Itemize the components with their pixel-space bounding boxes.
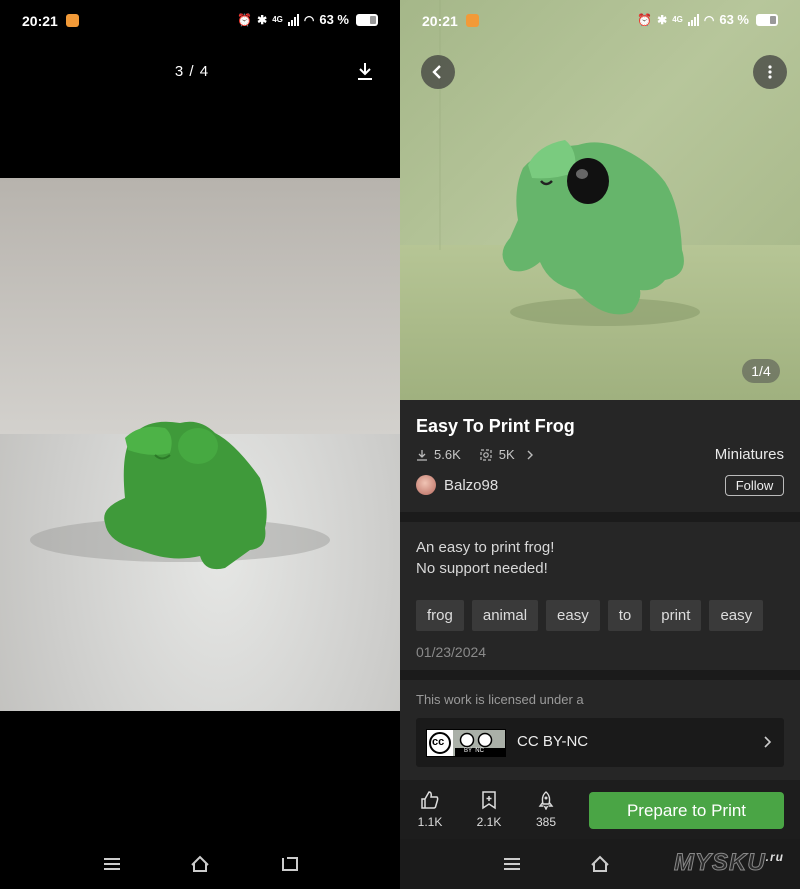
system-nav-bar: MYSKU.ru [400,839,800,889]
tag-list: frog animal easy to print easy [416,600,764,631]
follow-button[interactable]: Follow [725,475,784,496]
menu-icon[interactable] [101,854,123,874]
status-time: 20:21 [22,13,58,29]
rocket-icon [538,791,554,810]
download-count-icon [417,449,427,461]
tag-chip[interactable]: to [607,600,643,631]
license-panel: This work is licensed under a BY NC cc C… [400,680,800,780]
status-icons: ⏰ ✱ 4G ◠ 63 % [237,12,378,27]
alarm-icon: ⏰ [637,12,653,27]
status-icons: ⏰ ✱ 4G ◠ 63 % [637,12,778,27]
status-bar: 20:21 ⏰ ✱ 4G ◠ 63 % [400,0,800,42]
print-count-icon [480,448,492,461]
model-info-panel: Easy To Print Frog 5.6K 5K Miniatures Ba… [400,400,800,512]
model-hero-image[interactable]: 1/4 [400,0,800,400]
site-watermark: MYSKU.ru [673,849,784,877]
network-label: 4G [672,15,683,24]
hero-image-counter: 1/4 [742,359,780,383]
tag-chip[interactable]: frog [416,600,464,631]
status-time: 20:21 [422,13,458,29]
menu-icon[interactable] [501,854,523,874]
author-link[interactable]: Balzo98 [416,475,498,495]
license-name: CC BY-NC [517,733,589,750]
model-detail-screen: 1/4 20:21 ⏰ ✱ 4G ◠ 63 % Easy To Print Fr… [400,0,800,889]
boost-button[interactable]: 385 [526,790,566,829]
bluetooth-icon: ✱ [257,12,268,27]
like-count: 1.1K [417,815,443,829]
like-button[interactable]: 1.1K [410,790,450,829]
chevron-left-icon [432,65,441,79]
battery-percent: 63 % [719,12,749,27]
status-bar: 20:21 ⏰ ✱ 4G ◠ 63 % [0,0,400,42]
signal-icon [687,13,699,26]
app-notification-icon [66,14,79,27]
description-panel: An easy to print frog! No support needed… [400,522,800,670]
more-vertical-icon [768,65,772,79]
more-options-button[interactable] [753,55,787,89]
cc-badge-text: BY NC [464,748,484,754]
description-line: An easy to print frog! [416,539,555,556]
avatar [416,475,436,495]
print-count: 5K [498,447,515,462]
image-counter: 3 / 4 [174,63,210,80]
back-button[interactable] [421,55,455,89]
network-label: 4G [272,15,283,24]
battery-icon [356,13,378,26]
bluetooth-icon: ✱ [657,12,668,27]
chevron-right-icon [527,450,533,459]
watermark-suffix: .ru [765,850,784,864]
frog-photo [0,178,400,711]
tag-chip[interactable]: print [650,600,702,631]
system-nav-bar [0,839,400,889]
battery-percent: 63 % [319,12,349,27]
wifi-icon: ◠ [303,12,315,27]
image-viewer-screen: 20:21 ⏰ ✱ 4G ◠ 63 % 3 / 4 [0,0,400,889]
chevron-right-icon [764,736,772,748]
description-line: No support needed! [416,560,548,577]
download-count: 5.6K [434,447,461,462]
boost-count: 385 [535,815,557,829]
alarm-icon: ⏰ [237,12,253,27]
back-nav-icon[interactable] [279,854,301,874]
tag-chip[interactable]: easy [546,600,600,631]
cc-license-badge: BY NC cc [426,729,506,757]
collect-count: 2.1K [476,815,502,829]
collect-button[interactable]: 2.1K [469,790,509,829]
tag-chip[interactable]: easy [709,600,764,631]
cc-icon: cc [432,736,445,748]
wifi-icon: ◠ [703,12,715,27]
app-notification-icon [466,14,479,27]
model-category[interactable]: Miniatures [715,446,784,463]
tag-chip[interactable]: animal [471,600,539,631]
action-bar: 1.1K 2.1K 385 Prepare to Print [400,780,800,842]
publish-date: 01/23/2024 [416,644,487,660]
bookmark-add-icon [482,791,496,810]
home-icon[interactable] [589,854,611,874]
signal-icon [287,13,299,26]
prepare-to-print-button[interactable]: Prepare to Print [589,792,784,829]
home-icon[interactable] [189,854,211,874]
license-note: This work is licensed under a [416,692,584,707]
model-stats[interactable]: 5.6K 5K [416,447,535,462]
license-link[interactable]: BY NC cc CC BY-NC [416,718,784,767]
model-title: Easy To Print Frog [416,416,575,436]
download-icon[interactable] [356,61,374,81]
model-description: An easy to print frog! No support needed… [416,537,554,579]
thumbs-up-icon [421,791,439,809]
battery-icon [756,13,778,26]
author-name: Balzo98 [444,476,499,494]
watermark-text: MYSKU [673,849,766,877]
